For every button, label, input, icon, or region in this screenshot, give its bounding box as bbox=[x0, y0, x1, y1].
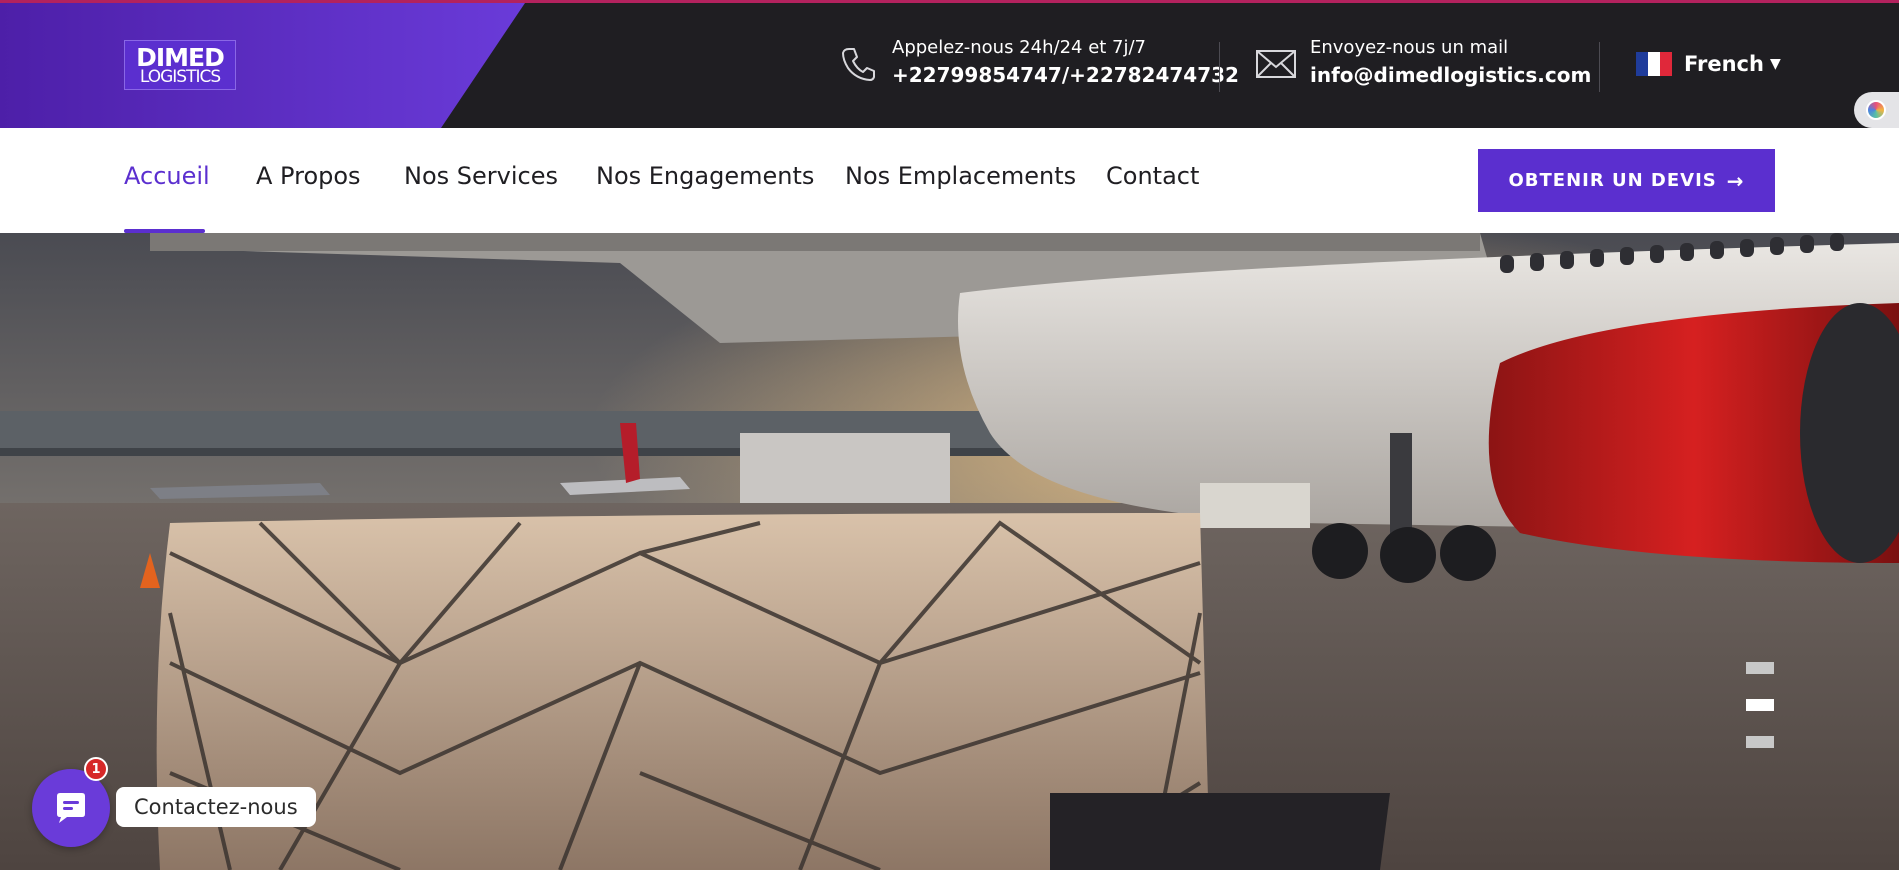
header-divider bbox=[1219, 42, 1220, 92]
nav-item-accueil[interactable]: Accueil bbox=[124, 162, 210, 190]
header-divider bbox=[1599, 42, 1600, 92]
phone-contact[interactable]: Appelez-nous 24h/24 et 7j/7 +22799854747… bbox=[836, 36, 1239, 90]
slider-dot[interactable] bbox=[1746, 736, 1774, 748]
brand-panel bbox=[0, 3, 525, 128]
phone-label: Appelez-nous 24h/24 et 7j/7 bbox=[892, 37, 1147, 58]
slider-pagination bbox=[1746, 662, 1774, 773]
email-address[interactable]: info@dimedlogistics.com bbox=[1310, 60, 1591, 90]
chat-label[interactable]: Contactez-nous bbox=[116, 787, 316, 827]
slider-dot-active[interactable] bbox=[1746, 699, 1774, 711]
notification-badge: 1 bbox=[84, 757, 108, 781]
email-contact[interactable]: Envoyez-nous un mail info@dimedlogistics… bbox=[1254, 36, 1591, 90]
get-quote-label: OBTENIR UN DEVIS bbox=[1508, 170, 1717, 191]
top-accent-line bbox=[0, 0, 1899, 3]
hero-image bbox=[0, 233, 1899, 870]
mail-icon bbox=[1256, 50, 1296, 78]
nav-item-nos-services[interactable]: Nos Services bbox=[404, 162, 558, 190]
logo-text-secondary: LOGISTICS bbox=[139, 66, 221, 87]
nav-item-contact[interactable]: Contact bbox=[1106, 162, 1199, 190]
main-navigation: Accueil A Propos Nos Services Nos Engage… bbox=[0, 128, 1899, 233]
phone-number[interactable]: +22799854747/+22782474732 bbox=[892, 60, 1239, 90]
logo-text-primary: DIMED bbox=[136, 42, 225, 72]
hero-slider bbox=[0, 233, 1899, 870]
color-palette-icon bbox=[1866, 100, 1886, 120]
nav-item-nos-engagements[interactable]: Nos Engagements bbox=[596, 162, 814, 190]
france-flag-icon bbox=[1636, 52, 1672, 76]
slider-dot[interactable] bbox=[1746, 662, 1774, 674]
side-panel-toggle[interactable] bbox=[1854, 92, 1899, 128]
chevron-down-icon: ▼ bbox=[1769, 56, 1781, 72]
arrow-right-icon: → bbox=[1726, 168, 1745, 193]
nav-item-nos-emplacements[interactable]: Nos Emplacements bbox=[845, 162, 1076, 190]
get-quote-button[interactable]: OBTENIR UN DEVIS → bbox=[1478, 149, 1775, 212]
language-label: French bbox=[1684, 52, 1764, 76]
chat-bubble-icon bbox=[57, 793, 85, 823]
logo[interactable]: DIMED LOGISTICS bbox=[124, 40, 236, 90]
top-header-bar: DIMED LOGISTICS Appelez-nous 24h/24 et 7… bbox=[0, 0, 1899, 128]
email-label: Envoyez-nous un mail bbox=[1310, 37, 1509, 58]
phone-icon bbox=[842, 48, 875, 81]
language-selector[interactable]: French ▼ bbox=[1636, 52, 1781, 76]
nav-item-a-propos[interactable]: A Propos bbox=[256, 162, 361, 190]
